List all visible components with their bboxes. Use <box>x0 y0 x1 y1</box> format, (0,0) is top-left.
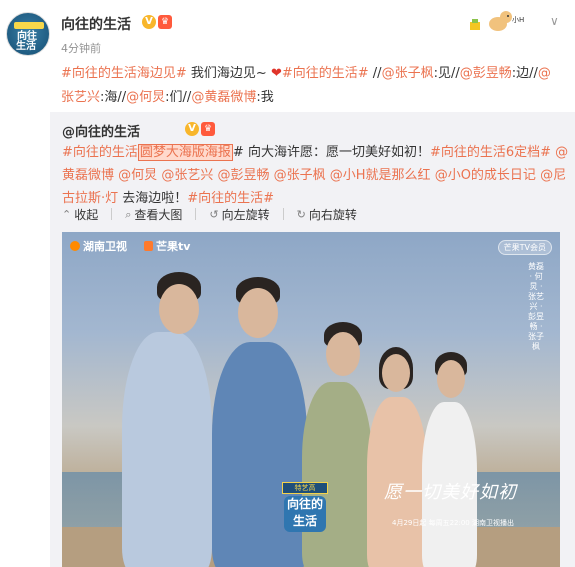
person-3 <box>302 382 372 567</box>
show-badge-top: 特艺高 <box>282 482 328 494</box>
image-toolbar: ⌃ 收起 ⌕ 查看大图 ↺ 向左旋转 ↻ 向右旋转 <box>62 206 370 223</box>
channel-logo-icon <box>70 241 80 251</box>
repost-author[interactable]: @向往的生活 <box>62 121 140 140</box>
rotate-left-button[interactable]: ↺ 向左旋转 <box>209 206 269 223</box>
person-1 <box>122 332 212 567</box>
repost-link[interactable]: @何炅 <box>118 168 157 183</box>
repost-link[interactable]: #向往的生活# <box>187 191 274 206</box>
author-name[interactable]: 向往的生活 <box>61 14 131 34</box>
repost-link[interactable]: @小O的成长日记 <box>435 168 536 183</box>
rotate-left-icon: ↺ <box>209 208 219 221</box>
repost-link[interactable]: @张艺兴 <box>161 168 213 183</box>
repost-link[interactable]: @张子枫 <box>274 168 326 183</box>
person-4-head <box>382 354 410 392</box>
dog-decoration-icon: 小H <box>470 11 524 31</box>
avatar-tag <box>14 22 44 29</box>
channel-logo: 湖南卫视 <box>70 238 127 254</box>
post-time[interactable]: 4分钟前 <box>61 40 101 56</box>
post-link[interactable]: @何炅 <box>126 90 165 105</box>
collapse-label: 收起 <box>74 208 99 222</box>
post-text: :边// <box>511 66 538 81</box>
repost-text: # 向大海许愿：愿一切美好如初！ <box>232 145 430 160</box>
show-badge-text: 向往的生活 <box>284 496 326 532</box>
author-avatar[interactable]: 向往 生活 <box>6 12 50 56</box>
corner-logo: 芒果TV会员 <box>497 240 552 255</box>
verified-icon: V <box>185 122 199 136</box>
rotate-left-label: 向左旋转 <box>221 208 270 222</box>
post-link[interactable]: @彭昱畅 <box>460 66 512 81</box>
vip-icon: ♛ <box>201 122 215 136</box>
svg-text:小H: 小H <box>512 15 524 24</box>
repost-highlight[interactable]: 圆梦大海版海报 <box>137 144 233 161</box>
app-logo-icon <box>144 241 153 251</box>
collapse-icon: ⌃ <box>62 208 72 221</box>
verified-icon: V <box>142 15 156 29</box>
divider <box>111 208 113 220</box>
post-text: :们// <box>165 90 192 105</box>
person-1-head <box>159 284 199 334</box>
person-2-head <box>238 288 278 338</box>
poster-image[interactable]: 湖南卫视 芒果tv 芒果TV会员 黄磊 · 何炅 · 张艺兴 · 彭昱畅 · 张… <box>62 232 560 567</box>
repost-link[interactable]: @小H就是那么红 <box>330 168 431 183</box>
vip-icon: ♛ <box>158 15 172 29</box>
post-text: :见// <box>433 66 460 81</box>
poster-slogan: 愿一切美好如初 <box>384 482 517 503</box>
divider <box>195 208 197 220</box>
rotate-right-button[interactable]: ↻ 向右旋转 <box>297 206 357 223</box>
rotate-right-icon: ↻ <box>296 208 306 221</box>
repost-link[interactable]: #向往的生活 <box>62 145 138 160</box>
view-large-label: 查看大图 <box>134 208 183 222</box>
repost-link[interactable]: @彭昱畅 <box>217 168 269 183</box>
show-badge: 特艺高 向往的生活 <box>280 482 330 538</box>
post-text: #向往的生活海边见# 我们海边见~ ❤#向往的生活# //@张子枫:见//@彭昱… <box>61 62 561 110</box>
avatar-text-2: 生活 <box>16 41 36 52</box>
divider <box>282 208 284 220</box>
post-link[interactable]: #向往的生活海边见# <box>61 66 187 81</box>
app-logo: 芒果tv <box>144 238 190 254</box>
repost-text: 去海边啦！ <box>118 191 188 206</box>
search-icon: ⌕ <box>125 207 132 221</box>
heart-icon: ❤ <box>270 66 282 81</box>
person-3-head <box>326 332 360 376</box>
post-link[interactable]: @张子枫 <box>382 66 434 81</box>
broadcast-date: 4月29日起 每周五22:00 湖南卫视播出 <box>392 519 514 527</box>
post-link[interactable]: @黄磊微博 <box>191 90 256 105</box>
cast-credits: 黄磊 · 何炅 · 张艺兴 · 彭昱畅 · 张子枫 <box>528 262 544 351</box>
repost-text: #向往的生活 圆梦大海版海报 # 向大海许愿：愿一切美好如初！#向往的生活6定档# … <box>62 141 570 210</box>
person-5-head <box>437 360 465 398</box>
post-text: :我 <box>256 90 274 105</box>
collapse-button[interactable]: ⌃ 收起 <box>62 206 98 223</box>
rotate-right-label: 向右旋转 <box>308 208 357 222</box>
post-link[interactable]: #向往的生活# <box>282 66 369 81</box>
post-text: :海// <box>100 90 127 105</box>
post-text: // <box>368 66 382 81</box>
repost-card: @向往的生活 V ♛ #向往的生活 圆梦大海版海报 # 向大海许愿：愿一切美好如初！… <box>50 112 575 567</box>
view-large-button[interactable]: ⌕ 查看大图 <box>125 206 182 223</box>
chevron-down-icon[interactable]: ∨ <box>550 14 559 28</box>
post-text: 我们海边见~ <box>186 66 271 81</box>
repost-link[interactable]: #向往的生活6定档# <box>430 145 551 160</box>
